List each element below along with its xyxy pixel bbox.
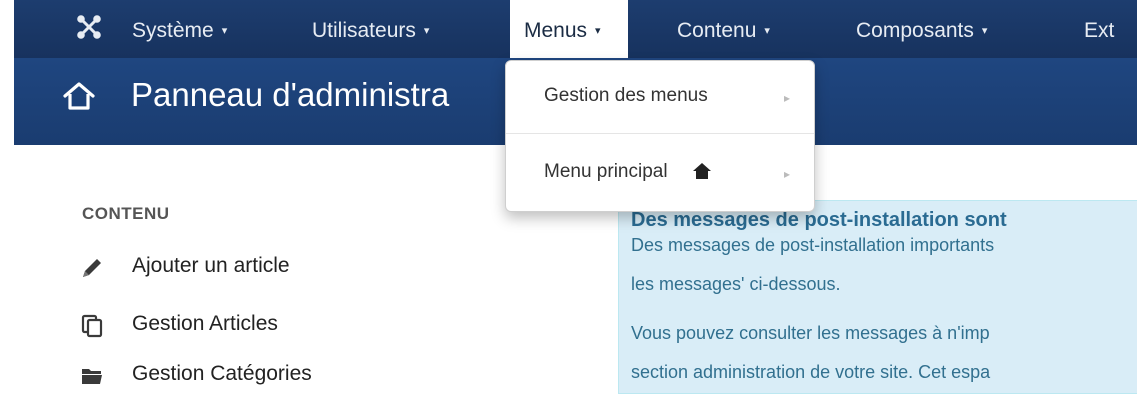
copy-icon xyxy=(81,314,103,338)
nav-menu-extensions[interactable]: Ext xyxy=(1084,0,1114,58)
joomla-logo-icon[interactable] xyxy=(76,14,102,40)
alert-text-line: Des messages de post-installation import… xyxy=(631,235,995,255)
nav-label: Utilisateurs xyxy=(312,19,416,42)
nav-menu-contenu[interactable]: Contenu ▾ xyxy=(677,0,770,58)
page-title: Panneau d'administra xyxy=(131,76,450,113)
post-install-alert: Des messages de post-installation sont D… xyxy=(618,200,1137,394)
alert-text-line: section administration de votre site. Ce… xyxy=(631,362,991,382)
caret-down-icon: ▾ xyxy=(981,25,988,37)
menus-dropdown: Gestion des menus ▸ Menu principal ▸ xyxy=(505,60,815,212)
alert-title: Des messages de post-installation sont xyxy=(631,209,1007,231)
nav-menu-composants[interactable]: Composants ▾ xyxy=(856,0,987,58)
sidebar-item-label: Gestion Articles xyxy=(132,312,278,335)
nav-menu-menus[interactable]: Menus ▾ xyxy=(510,0,628,58)
submenu-arrow-icon: ▸ xyxy=(784,91,791,105)
home-icon xyxy=(693,163,711,179)
submenu-arrow-icon: ▸ xyxy=(784,167,791,181)
page-left-margin xyxy=(0,0,14,392)
pencil-icon xyxy=(83,259,101,277)
nav-label: Système xyxy=(132,19,214,42)
home-icon xyxy=(63,82,95,110)
sidebar-item-label: Ajouter un article xyxy=(132,254,290,277)
dropdown-item-menu-manager[interactable]: Gestion des menus ▸ xyxy=(506,61,814,133)
dropdown-item-main-menu[interactable]: Menu principal ▸ xyxy=(506,134,814,210)
caret-down-icon: ▾ xyxy=(764,25,770,37)
alert-text-line: les messages' ci-dessous. xyxy=(631,274,841,294)
alert-text-line: Vous pouvez consulter les messages à n'i… xyxy=(631,323,990,343)
top-navigation-bar: Système ▾ Utilisateurs ▾ Menus ▾ Contenu ▾ C… xyxy=(14,0,1137,58)
nav-label: Contenu xyxy=(677,19,757,42)
caret-down-icon: ▾ xyxy=(221,25,228,37)
sidebar-section-title: CONTENU xyxy=(82,204,170,223)
dropdown-item-label: Menu principal xyxy=(544,161,668,182)
sidebar-item-label: Gestion Catégories xyxy=(132,362,312,385)
caret-down-icon: ▾ xyxy=(595,25,601,37)
folder-icon xyxy=(82,369,102,384)
dropdown-item-label: Gestion des menus xyxy=(544,85,708,106)
nav-label: Menus xyxy=(524,19,588,42)
nav-label: Ext xyxy=(1084,19,1115,42)
nav-menu-utilisateurs[interactable]: Utilisateurs ▾ xyxy=(312,0,429,58)
nav-menu-systeme[interactable]: Système ▾ xyxy=(132,0,227,58)
caret-down-icon: ▾ xyxy=(423,25,430,37)
nav-label: Composants xyxy=(856,19,974,42)
